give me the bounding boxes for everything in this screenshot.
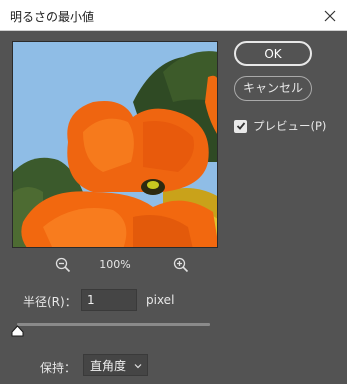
close-button[interactable]	[313, 0, 347, 31]
preserve-dropdown[interactable]: 直角度	[83, 354, 148, 376]
zoom-out-icon[interactable]	[54, 256, 72, 274]
slider-thumb-icon[interactable]	[11, 325, 24, 337]
preserve-label: 保持：	[40, 361, 77, 375]
cancel-button[interactable]: キャンセル	[234, 76, 312, 101]
radius-input[interactable]	[81, 289, 137, 311]
close-icon	[324, 10, 336, 21]
poppy-photo	[13, 42, 217, 247]
ok-button[interactable]: OK	[234, 41, 312, 66]
radius-unit: pixel	[146, 293, 175, 307]
preserve-selected-value: 直角度	[90, 358, 127, 373]
radius-slider-track[interactable]	[17, 323, 210, 326]
zoom-level: 100%	[99, 258, 131, 271]
dialog-title: 明るさの最小値	[10, 10, 95, 24]
preview-checkbox-label: プレビュー(P)	[253, 119, 327, 133]
title-bar: 明るさの最小値	[0, 0, 347, 31]
preview-checkbox[interactable]: プレビュー(P)	[234, 117, 326, 135]
radius-label: 半径(R)：	[23, 295, 77, 309]
chevron-down-icon	[134, 364, 142, 369]
checkbox-box[interactable]	[234, 119, 247, 133]
checkmark-icon	[236, 122, 245, 130]
zoom-controls: 100%	[12, 255, 218, 275]
zoom-in-icon[interactable]	[172, 256, 190, 274]
preview-image[interactable]	[12, 41, 218, 248]
